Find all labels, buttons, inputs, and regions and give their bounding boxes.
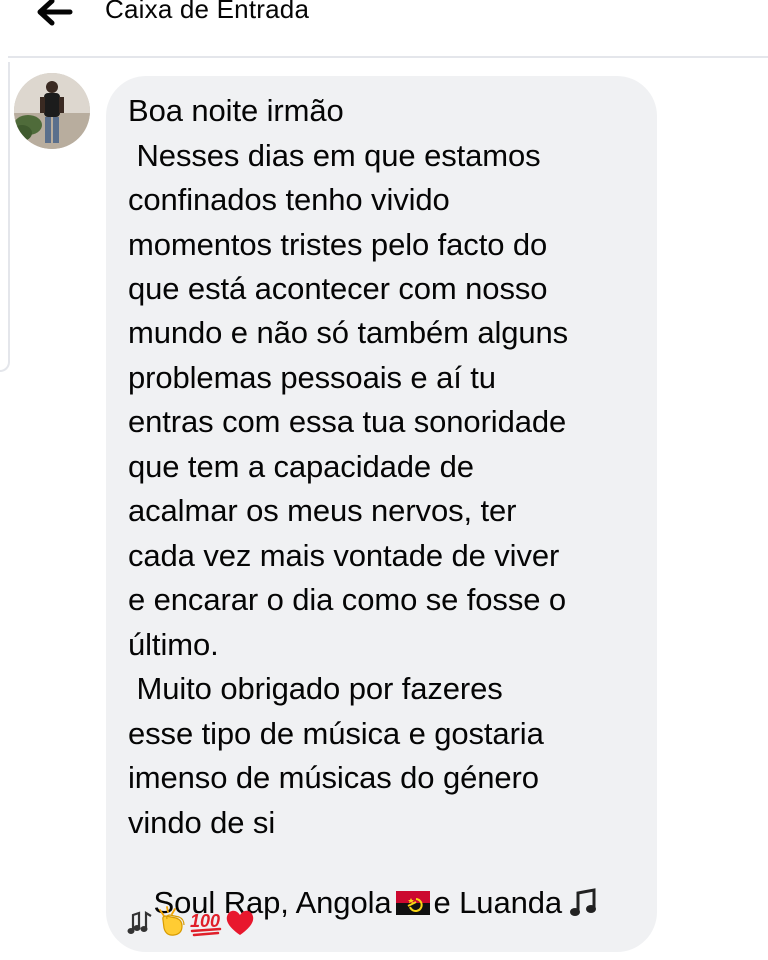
message-line: confinados tenho vivido — [128, 182, 450, 217]
message-line: esse tipo de música e gostaria — [128, 716, 544, 751]
clapping-hands-emoji — [159, 906, 185, 936]
musical-notes-emoji — [127, 911, 152, 934]
message-line: mundo e não só também alguns — [128, 315, 569, 350]
conversation-list-edge — [0, 62, 10, 372]
message-line: Nesses dias em que estamos — [128, 138, 541, 173]
red-heart-emoji — [226, 910, 254, 935]
arrow-left-icon[interactable] — [30, 0, 76, 30]
message-line: imenso de músicas do género — [128, 760, 539, 795]
message-line: que tem a capacidade de — [128, 449, 474, 484]
message-line: último. — [128, 627, 219, 662]
message-line: e encarar o dia como se fosse o — [128, 582, 567, 617]
message-line: entras com essa tua sonoridade — [128, 404, 567, 439]
hundred-points-emoji: 100 — [190, 911, 222, 937]
message-line: acalmar os meus nervos, ter — [128, 493, 517, 528]
avatar[interactable] — [14, 73, 90, 149]
svg-text:100: 100 — [190, 911, 220, 931]
message-text: e Luanda — [433, 885, 563, 920]
avatar-photo — [14, 73, 90, 149]
musical-note-emoji — [570, 888, 597, 916]
emoji-row: 100 — [126, 902, 256, 942]
message-line: cada vez mais vontade de viver — [128, 538, 560, 573]
message-line: Muito obrigado por fazeres — [128, 671, 503, 706]
message-line: que está acontecer com nosso — [128, 271, 548, 306]
message-line: momentos tristes pelo facto do — [128, 227, 548, 262]
message-line: Boa noite irmão — [128, 93, 344, 128]
message-line: problemas pessoais e aí tu — [128, 360, 496, 395]
flag-angola-emoji — [395, 891, 430, 915]
message-line: vindo de si — [128, 805, 276, 840]
header-divider — [8, 56, 768, 58]
top-bar: Caixa de Entrada — [0, 0, 768, 58]
page-title: Caixa de Entrada — [105, 0, 310, 24]
